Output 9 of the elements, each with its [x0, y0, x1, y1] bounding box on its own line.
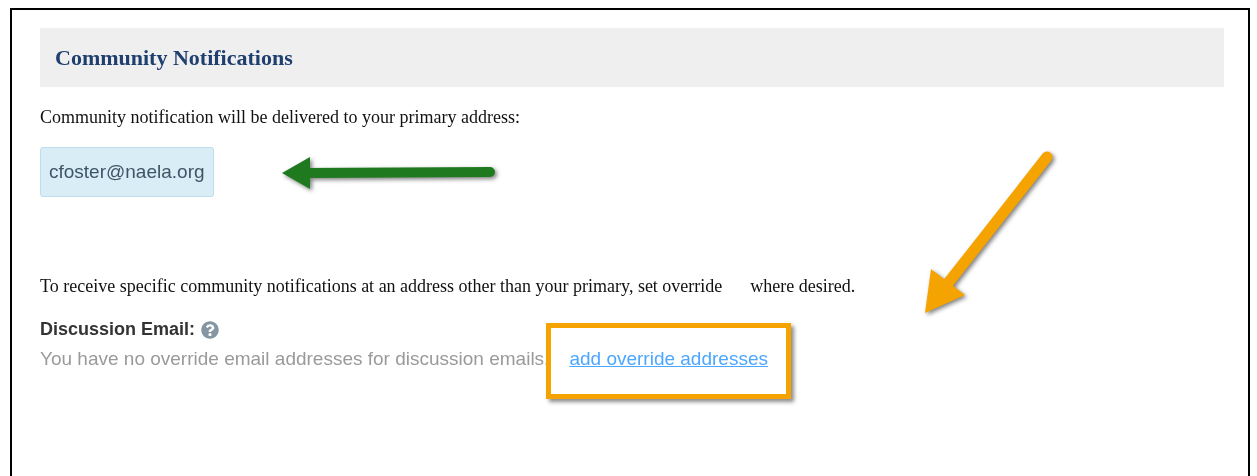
- empty-note: You have no override email addresses for discussion emails.: [40, 348, 550, 370]
- help-icon[interactable]: [201, 320, 220, 339]
- add-override-link[interactable]: add override addresses: [569, 348, 768, 370]
- discussion-label: Discussion Email:: [40, 319, 196, 340]
- instruction-text: where desired.: [750, 275, 856, 298]
- email-chip: cfoster@naela.org: [40, 147, 214, 197]
- section-title: Community Notifications: [55, 44, 293, 71]
- instruction-text: To receive specific community notifications at an address other than your primary, set override: [40, 275, 723, 298]
- intro-text: Community notification will be delivered to your primary address:: [40, 106, 520, 129]
